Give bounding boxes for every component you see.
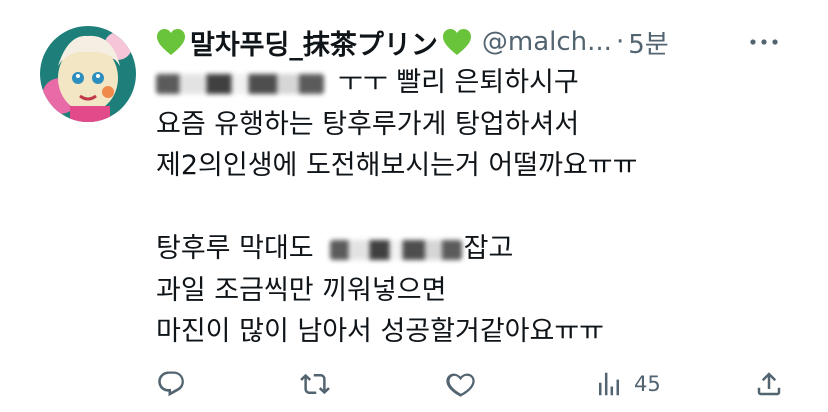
- timestamp[interactable]: 5분: [628, 24, 668, 61]
- tweet-line: 탕후루 막대도 잡고: [156, 233, 514, 264]
- redacted-text: [329, 239, 462, 260]
- more-icon: [750, 39, 778, 45]
- like-icon: [446, 373, 475, 397]
- retweet-button[interactable]: [300, 362, 330, 406]
- tweet-line: 과일 조금씩만 끼워넣으면: [156, 274, 447, 306]
- retweet-icon: [300, 373, 330, 395]
- more-button[interactable]: [744, 28, 784, 56]
- green-heart-icon: [156, 28, 186, 56]
- like-button[interactable]: [446, 362, 476, 406]
- user-handle[interactable]: @malch...: [482, 27, 612, 57]
- tweet-text: ㅜㅜ 빨리 은퇴하시구 요즘 유행하는 탕후루가게 탕업하셔서 제2의인생에 도…: [156, 62, 796, 353]
- tweet-line: 마진이 많이 남아서 성공할거같아요ㅠㅠ: [156, 316, 605, 347]
- avatar[interactable]: [40, 26, 136, 122]
- views-button[interactable]: 45: [594, 362, 661, 406]
- tweet-line: 요즘 유행하는 탕후루가게 탕업하셔서: [156, 108, 580, 140]
- reply-icon: [158, 371, 184, 397]
- tweet-line: 제2의인생에 도전해보시는거 어떨까요ㅠㅠ: [156, 150, 638, 181]
- action-bar: 45: [156, 362, 788, 406]
- display-name[interactable]: 말차푸딩_抹茶プリン: [190, 23, 438, 62]
- views-icon: [599, 372, 619, 396]
- share-button[interactable]: [754, 362, 784, 406]
- views-count: 45: [634, 372, 661, 396]
- reply-button[interactable]: [156, 362, 186, 406]
- redacted-text: [156, 73, 324, 94]
- green-heart-icon: [442, 28, 472, 56]
- share-icon: [757, 372, 781, 396]
- separator: ·: [615, 27, 625, 57]
- tweet-line: ㅜㅜ 빨리 은퇴하시구: [156, 62, 796, 104]
- tweet-header: 말차푸딩_抹茶プリン @malch... · 5분: [156, 20, 788, 64]
